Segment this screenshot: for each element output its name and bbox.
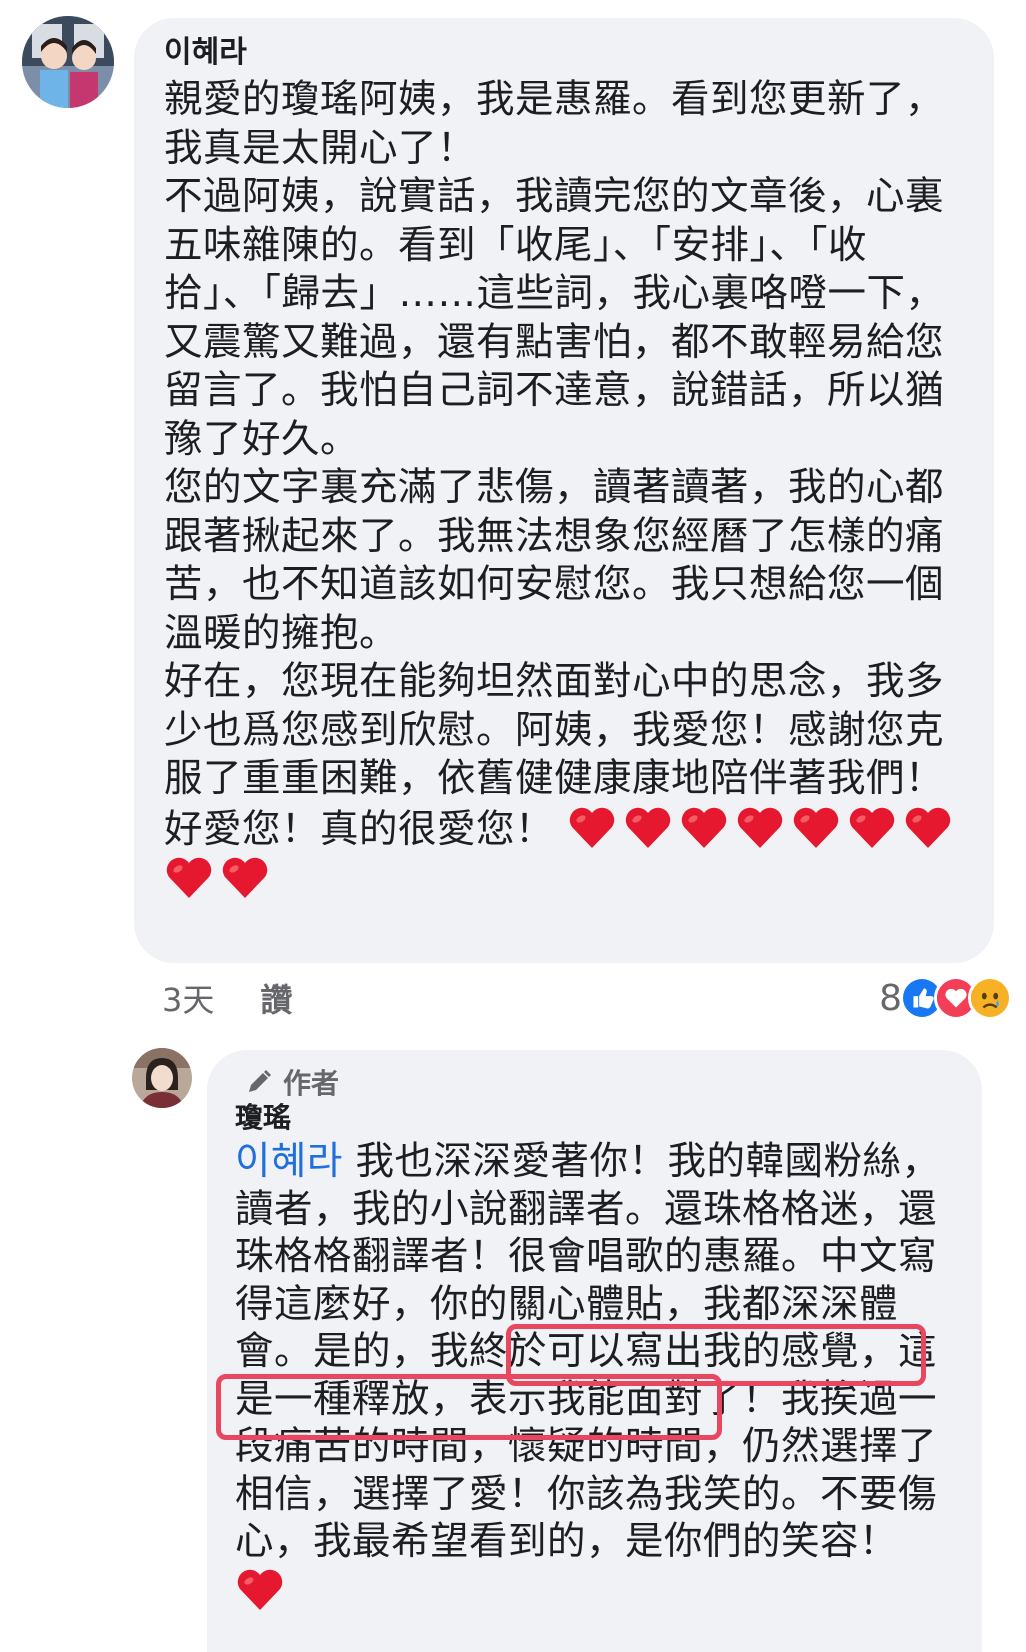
reaction-count[interactable]: 8 xyxy=(879,978,902,1019)
pencil-icon xyxy=(249,1070,271,1092)
comment-paragraph: 不過阿姨，說實話，我讀完您的文章後，心裏五味雜陳的。看到「收尾」、「安排」、「收… xyxy=(164,174,945,462)
reply-author-name[interactable]: 瓊瑤 xyxy=(235,1100,954,1136)
comment-time[interactable]: 3天 xyxy=(162,975,214,1021)
comment-actions: 3天 讚 xyxy=(162,975,292,1021)
comment-text: 親愛的瓊瑤阿姨，我是惠羅。看到您更新了，我真是太開心了！ 不過阿姨，說實話，我讀… xyxy=(164,76,964,905)
comment-paragraph: 親愛的瓊瑤阿姨，我是惠羅。看到您更新了，我真是太開心了！ xyxy=(164,77,945,171)
heart-emoji-icon xyxy=(220,854,270,900)
comment-paragraph: 好在，您現在能夠坦然面對心中的思念，我多少也爲您感到欣慰。阿姨，我愛您！感謝您克… xyxy=(164,659,945,801)
heart-emoji-icon xyxy=(735,804,785,850)
heart-emoji-icon xyxy=(791,804,841,850)
heart-emoji-icon xyxy=(164,854,214,900)
author-avatar[interactable] xyxy=(132,1048,192,1108)
heart-emoji-icon xyxy=(903,804,953,850)
commenter-name[interactable]: 이혜라 xyxy=(164,34,964,72)
commenter-avatar[interactable] xyxy=(22,16,114,108)
sad-icon xyxy=(968,976,1012,1020)
heart-emoji-icon xyxy=(567,804,617,850)
comment-paragraph: 您的文字裏充滿了悲傷，讀著讀著，我的心都跟著揪起來了。我無法想象您經曆了怎樣的痛… xyxy=(164,465,945,656)
comment-bubble: 이혜라 親愛的瓊瑤阿姨，我是惠羅。看到您更新了，我真是太開心了！ 不過阿姨，說實… xyxy=(134,18,994,963)
reply-bubble: 作者 瓊瑤 이혜라 我也深深愛著你！我的韓國粉絲，讀者，我的小說翻譯者。還珠格格… xyxy=(207,1050,982,1652)
like-button[interactable]: 讚 xyxy=(260,975,292,1021)
heart-emoji-icon xyxy=(679,804,729,850)
comment-paragraph: 好愛您！真的很愛您！ xyxy=(164,806,555,852)
heart-emoji-icon xyxy=(847,804,897,850)
heart-emoji-group xyxy=(235,1569,291,1614)
author-badge-label: 作者 xyxy=(283,1067,340,1100)
author-badge: 作者 xyxy=(245,1064,954,1100)
mention-link[interactable]: 이혜라 xyxy=(235,1139,343,1184)
heart-emoji-icon xyxy=(235,1566,285,1612)
reaction-summary[interactable]: 8 xyxy=(879,970,1012,1026)
comment-paragraph-last: 好愛您！真的很愛您！ xyxy=(164,804,964,905)
reply-text: 이혜라 我也深深愛著你！我的韓國粉絲，讀者，我的小說翻譯者。還珠格格迷，還珠格格… xyxy=(235,1138,954,1615)
heart-emoji-icon xyxy=(623,804,673,850)
